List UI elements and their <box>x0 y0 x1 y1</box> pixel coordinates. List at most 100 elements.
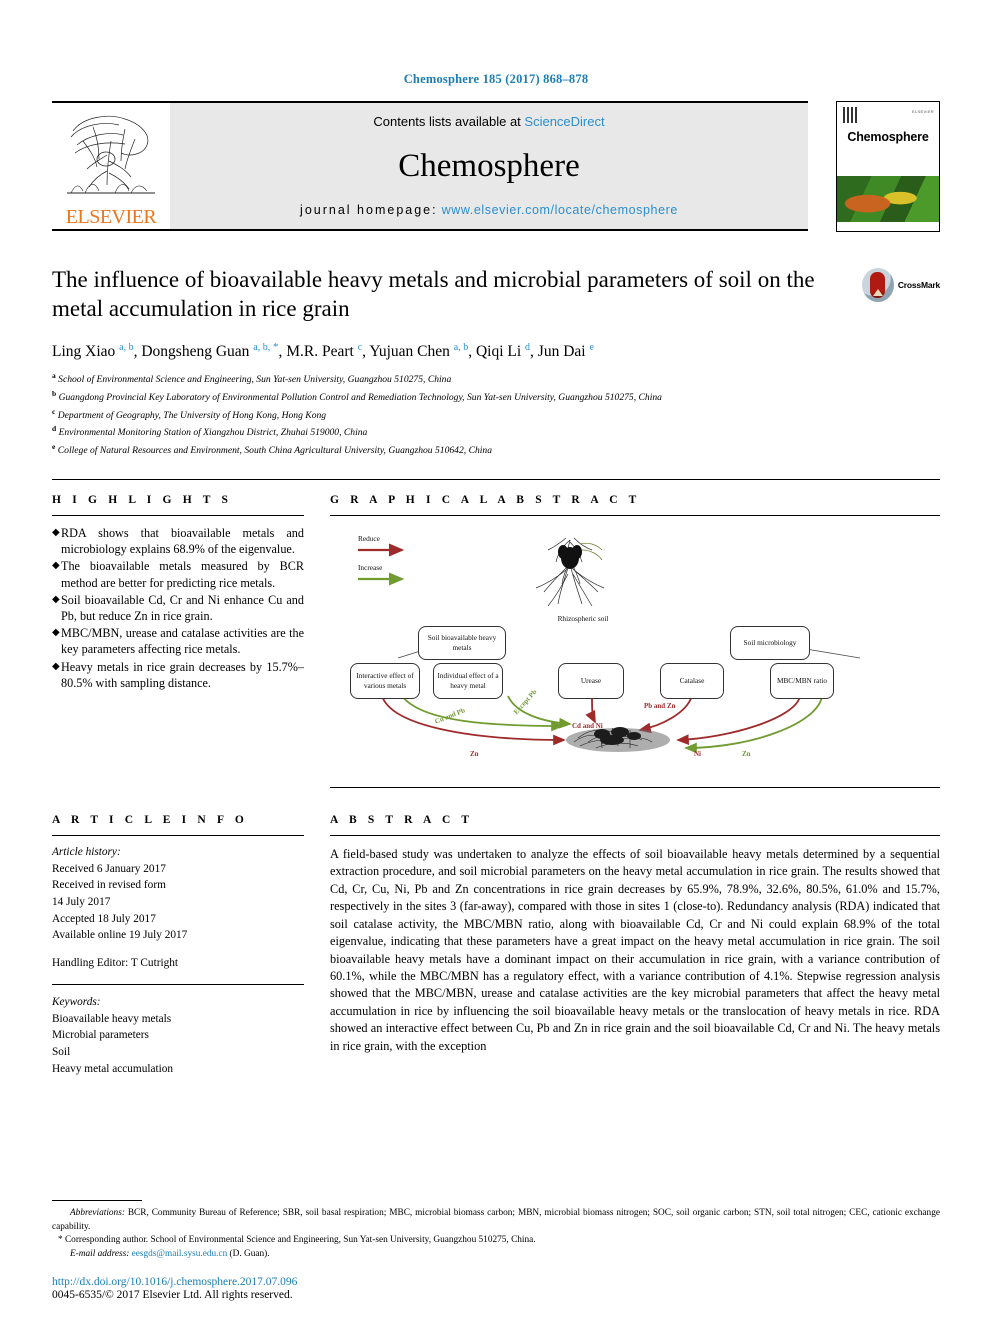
author-affiliation-mark: e <box>589 341 594 353</box>
keyword-item: Bioavailable heavy metals <box>52 1012 172 1025</box>
arrow-label-ni: Ni <box>694 749 701 758</box>
bullet-icon: ◆ <box>52 660 60 672</box>
bullet-icon: ◆ <box>52 593 60 605</box>
author-name: Jun Dai <box>537 343 590 361</box>
elsevier-tree-icon <box>67 116 155 194</box>
sciencedirect-link[interactable]: ScienceDirect <box>524 114 604 129</box>
box-urease: Urease <box>558 662 624 699</box>
highlight-text: Heavy metals in rice grain decreases by … <box>61 659 304 690</box>
rhizospheric-soil-label: Rhizospheric soil <box>557 613 609 623</box>
box-interactive-effect: Interactive effect of various metals <box>350 662 420 699</box>
bullet-icon: ◆ <box>52 526 60 538</box>
keyword-item: Soil <box>52 1046 71 1059</box>
contents-prefix: Contents lists available at <box>373 114 525 129</box>
affiliation-item: e College of Natural Resources and Envir… <box>52 441 940 459</box>
article-info-block: A R T I C L E I N F O Article history: R… <box>52 814 304 1078</box>
journal-title: Chemosphere <box>398 147 580 184</box>
cover-bottom <box>837 221 939 231</box>
graphical-abstract-column: G R A P H I C A L A B S T R A C T Reduce… <box>330 494 940 788</box>
cover-top: ELSEVIER Chemosphere <box>837 102 939 176</box>
handling-editor: Handling Editor: T Cutright <box>52 957 179 970</box>
article-history-item: 14 July 2017 <box>52 896 111 909</box>
box-catalase: Catalase <box>660 662 724 699</box>
highlights-list: ◆ RDA shows that bioavailable metals and … <box>52 525 304 691</box>
highlight-item: ◆ The bioavailable metals measured by BCR… <box>52 558 304 590</box>
box-mbc-mbn-ratio: MBC/MBN ratio <box>770 662 834 699</box>
abbreviations-note: Abbreviations: BCR, Community Bureau of … <box>52 1207 940 1234</box>
article-history-item: Received 6 January 2017 <box>52 862 166 875</box>
highlight-item: ◆ MBC/MBN, urease and catalase activities… <box>52 625 304 657</box>
affiliation-item: c Department of Geography, The Universit… <box>52 406 940 424</box>
highlights-heading: H I G H L I G H T S <box>52 493 233 506</box>
corresponding-author-text: Corresponding author. School of Environm… <box>64 1235 536 1246</box>
crossmark-icon <box>862 268 894 302</box>
graphical-abstract-rule <box>330 514 940 516</box>
highlights-and-graphical-abstract: H I G H L I G H T S ◆ RDA shows that bioa… <box>52 494 940 788</box>
cover-journal-title: Chemosphere <box>847 130 929 144</box>
graphical-abstract-figure: Reduce Increase Rhizospheric soil Soil b… <box>330 526 940 781</box>
affiliation-item: a School of Environmental Science and En… <box>52 370 940 388</box>
abstract-rule <box>330 834 940 836</box>
elsevier-logo: ELSEVIER <box>52 103 170 229</box>
keywords-divider <box>52 983 304 985</box>
abstract-heading: A B S T R A C T <box>330 813 474 826</box>
homepage-line: journal homepage: www.elsevier.com/locat… <box>300 203 678 217</box>
elsevier-wordmark: ELSEVIER <box>65 206 157 228</box>
keywords-label: Keywords: <box>52 995 101 1008</box>
journal-banner: ELSEVIER Contents lists available at Sci… <box>52 101 940 232</box>
affiliation-text: Department of Geography, The University … <box>55 409 327 421</box>
title-block: The influence of bioavailable heavy meta… <box>52 265 940 459</box>
cover-publisher-label: ELSEVIER <box>912 109 934 114</box>
arrow-label-zn-left: Zn <box>470 749 479 758</box>
affiliation-item: d Environmental Monitoring Station of Xi… <box>52 423 940 441</box>
contents-line: Contents lists available at ScienceDirec… <box>373 114 604 129</box>
running-head: Chemosphere 185 (2017) 868–878 <box>403 72 589 86</box>
keywords-list: Bioavailable heavy metals Microbial param… <box>52 1011 304 1078</box>
abstract-column: A B S T R A C T A field-based study was … <box>330 788 940 1078</box>
arrow-label-zn-right: Zn <box>742 749 751 758</box>
article-history-label: Article history: <box>52 845 121 858</box>
corresponding-author-marker: * <box>270 340 279 353</box>
affiliation-text: College of Natural Resources and Environ… <box>55 445 493 457</box>
author-name: Yujuan Chen <box>369 343 454 361</box>
email-note: E-mail address: eesgds@mail.sysu.edu.cn … <box>52 1248 940 1261</box>
cover-artwork <box>837 175 939 222</box>
arrow-label-pb-and-zn: Pb and Zn <box>644 701 676 710</box>
footnote-rule <box>52 1200 142 1202</box>
author-separator: , <box>468 343 476 361</box>
page-title: The influence of bioavailable heavy meta… <box>52 267 815 322</box>
email-link[interactable]: eesgds@mail.sysu.edu.cn <box>132 1249 228 1259</box>
affiliation-text: School of Environmental Science and Engi… <box>55 374 452 386</box>
author-affiliation-mark: a, b <box>119 341 134 353</box>
author-separator: , <box>530 343 538 361</box>
highlight-item: ◆ RDA shows that bioavailable metals and … <box>52 525 304 557</box>
doi-link[interactable]: http://dx.doi.org/10.1016/j.chemosphere.… <box>52 1276 297 1288</box>
corresponding-star-icon: * <box>58 1235 63 1246</box>
crossmark-badge[interactable]: CrossMark <box>862 267 940 303</box>
info-and-abstract: A R T I C L E I N F O Article history: R… <box>52 788 940 1078</box>
corresponding-author-note: * Corresponding author. School of Enviro… <box>52 1234 940 1247</box>
highlights-column: H I G H L I G H T S ◆ RDA shows that bioa… <box>52 494 304 788</box>
legend-increase-label: Increase <box>358 562 383 572</box>
homepage-label: journal homepage: <box>300 203 438 217</box>
highlight-item: ◆ Heavy metals in rice grain decreases by… <box>52 659 304 691</box>
highlight-text: RDA shows that bioavailable metals and m… <box>61 525 304 557</box>
bullet-icon: ◆ <box>52 560 60 572</box>
banner-body: ELSEVIER Contents lists available at Sci… <box>52 103 808 231</box>
banner-center: Contents lists available at ScienceDirec… <box>170 103 808 229</box>
homepage-url-link[interactable]: www.elsevier.com/locate/chemosphere <box>442 203 678 217</box>
highlight-item: ◆ Soil bioavailable Cd, Cr and Ni enhance… <box>52 592 304 624</box>
box-individual-effect: Individual effect of a heavy metal <box>433 662 503 699</box>
highlights-rule <box>52 514 304 516</box>
author-name: Qiqi Li <box>475 343 526 361</box>
footnotes: Abbreviations: BCR, Community Bureau of … <box>52 1200 940 1261</box>
affiliation-text: Environmental Monitoring Station of Xian… <box>56 427 368 439</box>
email-suffix: (D. Guan). <box>229 1248 270 1259</box>
author-list: Ling Xiao a, b, Dongsheng Guan a, b, *, … <box>52 341 940 361</box>
cover-barcode-icon <box>843 107 859 123</box>
article-history-list: Received 6 January 2017 Received in revis… <box>52 861 304 945</box>
highlight-text: Soil bioavailable Cd, Cr and Ni enhance … <box>61 592 304 623</box>
article-history-item: Accepted 18 July 2017 <box>52 912 156 925</box>
legend-reduce-label: Reduce <box>358 533 380 543</box>
article-history-item: Received in revised form <box>52 879 166 892</box>
